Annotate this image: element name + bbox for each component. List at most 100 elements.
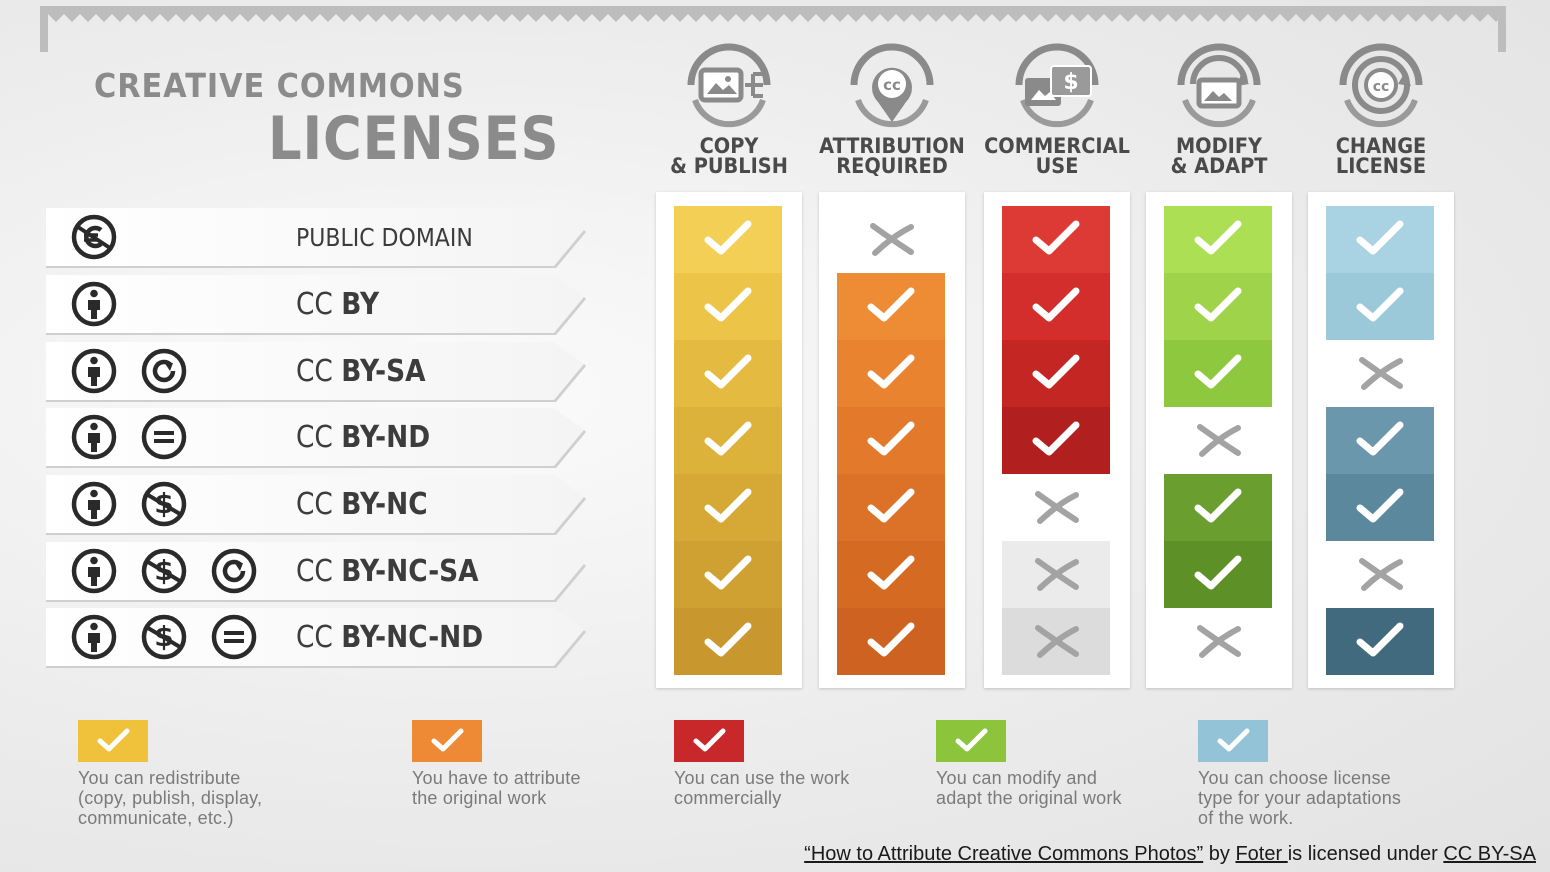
change-license-cc-icon: cc	[1301, 40, 1461, 130]
legend-check-swatch	[412, 720, 482, 762]
column-label: COMMERCIAL USE	[984, 134, 1130, 178]
check-icon	[1002, 340, 1110, 407]
legend-text: You can choose license type for your ada…	[1198, 768, 1402, 828]
check-icon	[674, 541, 782, 608]
check-icon	[1326, 474, 1434, 541]
check-icon	[837, 608, 945, 675]
check-icon	[674, 407, 782, 474]
legend-item: You can choose license type for your ada…	[1198, 720, 1438, 828]
copy-publish-icon	[649, 40, 809, 130]
attribution-cc-pin-icon: cc	[812, 40, 972, 130]
no-derivatives-icon	[138, 413, 190, 461]
credit-licensed-text: is licensed under	[1287, 843, 1444, 865]
license-name-code: BY-NC-ND	[341, 620, 484, 655]
cross-icon	[1326, 541, 1434, 608]
cross-icon	[1002, 608, 1110, 675]
author-link[interactable]: Foter	[1235, 843, 1287, 865]
column-label: CHANGE LICENSE	[1335, 134, 1427, 178]
license-row: CC BY-SA	[46, 340, 586, 402]
check-icon	[837, 541, 945, 608]
license-name-code: BY-NC-SA	[341, 554, 479, 589]
attribution-icon	[68, 613, 120, 661]
check-icon	[1164, 273, 1272, 340]
legend-item: You can modify and adapt the original wo…	[936, 720, 1176, 808]
check-icon	[837, 407, 945, 474]
infographic-canvas: CREATIVE COMMONS LICENSES COPY & PUBLISH…	[0, 0, 1550, 872]
cross-icon	[1164, 608, 1272, 675]
attribution-icon	[68, 280, 120, 328]
license-row: $ CC BY-NC-SA	[46, 540, 586, 602]
legend-check-swatch	[1198, 720, 1268, 762]
check-icon	[674, 273, 782, 340]
modify-adapt-icon	[1139, 40, 1299, 130]
share-alike-icon	[138, 347, 190, 395]
check-icon	[1326, 206, 1434, 273]
license-name: CC BY-ND	[296, 420, 430, 455]
column-panel-1	[656, 192, 802, 688]
column-header-3: $ COMMERCIAL USE	[977, 40, 1137, 178]
license-name: CC BY-SA	[296, 354, 426, 389]
non-commercial-icon: $	[138, 613, 190, 661]
legend-check-swatch	[674, 720, 744, 762]
column-label: ATTRIBUTION REQUIRED	[819, 134, 965, 178]
column-header-4: MODIFY & ADAPT	[1139, 40, 1299, 178]
credit-by-text: by	[1203, 843, 1236, 865]
commercial-dollar-icon: $	[977, 40, 1137, 130]
attribution-credit: “How to Attribute Creative Commons Photo…	[804, 843, 1536, 866]
attribution-icon	[68, 347, 120, 395]
column-panel-5	[1308, 192, 1454, 688]
title-line-1: CREATIVE COMMONS	[94, 66, 465, 105]
non-commercial-icon: $	[138, 480, 190, 528]
license-row: $ CC BY-NC	[46, 473, 586, 535]
check-icon	[1326, 273, 1434, 340]
check-icon	[1164, 541, 1272, 608]
cross-icon	[1164, 407, 1272, 474]
check-icon	[674, 608, 782, 675]
check-icon	[1002, 407, 1110, 474]
legend-check-swatch	[78, 720, 148, 762]
license-row: PUBLIC DOMAIN	[46, 206, 586, 268]
license-row: CC BY-ND	[46, 406, 586, 468]
legend-item: You can redistribute (copy, publish, dis…	[78, 720, 318, 828]
license-name-code: BY-SA	[341, 354, 426, 389]
column-label: MODIFY & ADAPT	[1170, 134, 1268, 178]
column-header-5: cc CHANGE LICENSE	[1301, 40, 1461, 178]
check-icon	[674, 206, 782, 273]
check-icon	[1164, 474, 1272, 541]
legend-item: You have to attribute the original work	[412, 720, 652, 808]
license-name: PUBLIC DOMAIN	[296, 223, 473, 252]
check-icon	[1326, 407, 1434, 474]
check-icon	[837, 474, 945, 541]
check-icon	[1164, 340, 1272, 407]
legend-check-swatch	[936, 720, 1006, 762]
non-commercial-icon: $	[138, 547, 190, 595]
legend-item: You can use the work commercially	[674, 720, 914, 808]
check-icon	[1002, 273, 1110, 340]
column-panel-2	[819, 192, 965, 688]
attribution-icon	[68, 480, 120, 528]
license-name-prefix: CC	[296, 554, 342, 589]
license-name-code: BY-ND	[341, 420, 431, 455]
check-icon	[674, 340, 782, 407]
public-domain-icon	[68, 213, 120, 261]
legend-text: You can modify and adapt the original wo…	[936, 768, 1122, 808]
check-icon	[674, 474, 782, 541]
svg-text:cc: cc	[883, 76, 901, 94]
check-icon	[1002, 206, 1110, 273]
column-panel-3	[984, 192, 1130, 688]
license-name-prefix: CC	[296, 487, 342, 522]
column-label: COPY & PUBLISH	[670, 134, 788, 178]
check-icon	[837, 340, 945, 407]
check-icon	[837, 273, 945, 340]
license-name-prefix: CC	[296, 620, 342, 655]
cross-icon	[1326, 340, 1434, 407]
work-title-link[interactable]: “How to Attribute Creative Commons Photo…	[804, 843, 1203, 865]
license-link[interactable]: CC BY-SA	[1443, 843, 1536, 865]
license-name: CC BY-NC-SA	[296, 554, 479, 589]
cross-icon	[1002, 474, 1110, 541]
attribution-icon	[68, 547, 120, 595]
cross-icon	[837, 206, 945, 273]
license-name-prefix: CC	[296, 354, 342, 389]
license-name-prefix: PUBLIC DOMAIN	[296, 223, 473, 252]
license-name: CC BY-NC	[296, 487, 428, 522]
